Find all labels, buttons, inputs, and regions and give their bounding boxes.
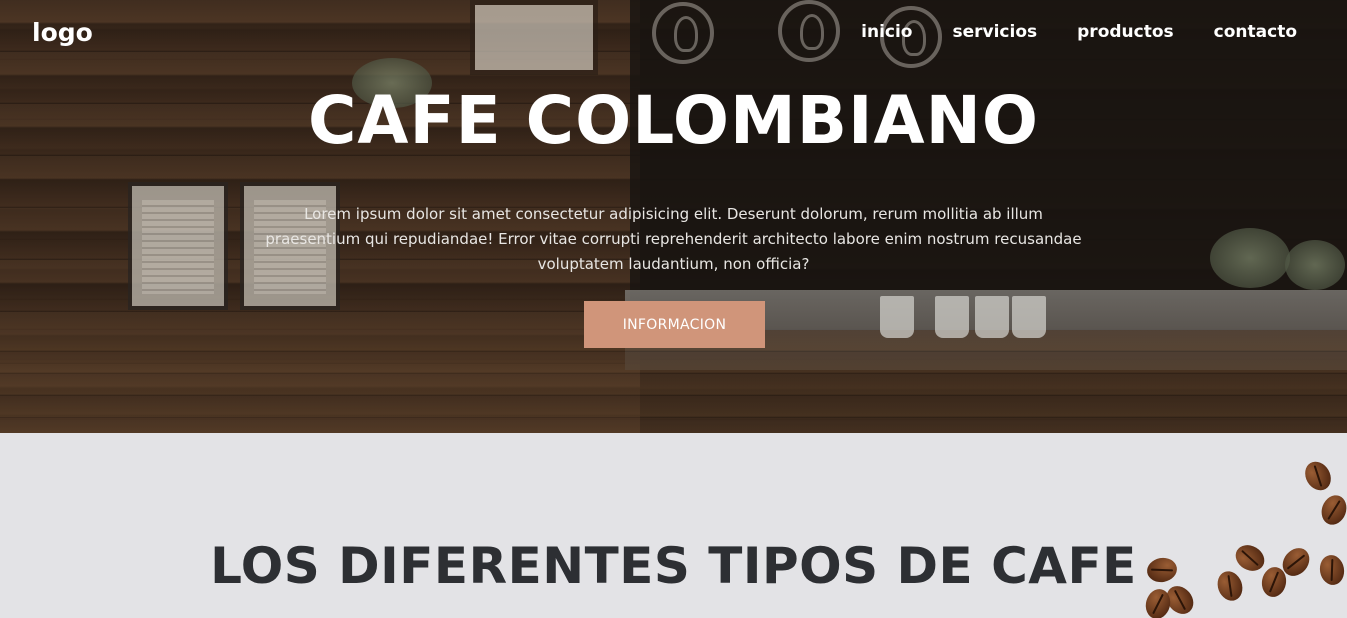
section-title: LOS DIFERENTES TIPOS DE CAFE [210, 537, 1137, 595]
nav-link-contacto[interactable]: contacto [1214, 22, 1297, 42]
cup-image [1012, 296, 1046, 338]
cup-image [880, 296, 914, 338]
cup-image [935, 296, 969, 338]
menu-clipboard-image [128, 182, 228, 310]
latte-art-image [652, 2, 714, 64]
hero-description: Lorem ipsum dolor sit amet consectetur a… [265, 205, 1082, 273]
plant-image [1285, 240, 1345, 290]
cup-image [975, 296, 1009, 338]
informacion-button[interactable]: INFORMACION [584, 301, 765, 348]
hero-title: CAFE COLOMBIANO [308, 82, 1039, 159]
coffee-bean-image [1317, 491, 1347, 529]
plant-image [1210, 228, 1290, 288]
coffee-types-section: LOS DIFERENTES TIPOS DE CAFE [0, 433, 1347, 618]
nav-link-productos[interactable]: productos [1077, 22, 1174, 42]
latte-art-image [778, 0, 840, 62]
main-nav: inicio servicios productos contacto [861, 22, 1297, 42]
nav-link-servicios[interactable]: servicios [952, 22, 1037, 42]
nav-link-inicio[interactable]: inicio [861, 22, 912, 42]
site-logo[interactable]: logo [32, 18, 93, 47]
coffee-bean-image [1300, 457, 1336, 495]
wall-sign-image [470, 0, 598, 75]
